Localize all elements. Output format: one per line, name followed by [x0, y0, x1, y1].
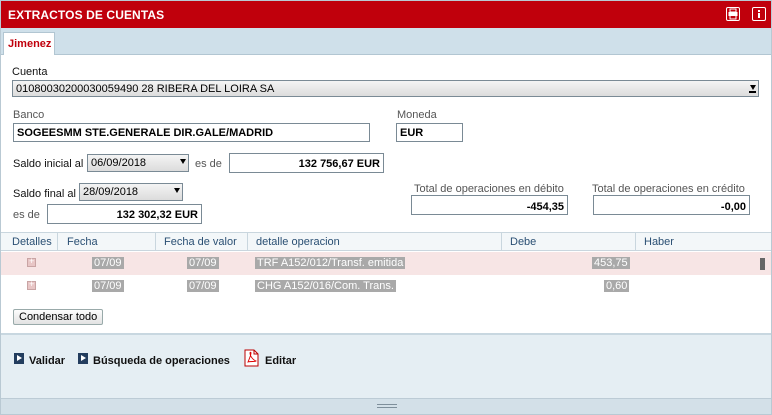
saldo-final-es-de: es de: [13, 209, 40, 221]
column-detalles[interactable]: Detalles: [12, 236, 52, 248]
table-row[interactable]: 07/09 07/09 TRF A152/012/Transf. emitida…: [1, 252, 771, 275]
column-haber[interactable]: Haber: [644, 236, 674, 248]
column-separator: [635, 233, 636, 251]
column-debe[interactable]: Debe: [510, 236, 536, 248]
cell-fecha-valor: 07/09: [187, 257, 219, 269]
column-detalle-operacion[interactable]: detalle operacion: [256, 236, 340, 248]
banco-label: Banco: [13, 109, 45, 121]
print-icon[interactable]: [726, 7, 740, 21]
chevron-down-icon: [750, 85, 756, 90]
validar-button[interactable]: Validar: [29, 355, 65, 367]
saldo-final-amount[interactable]: 132 302,32 EUR: [47, 204, 202, 224]
moneda-label: Moneda: [397, 109, 437, 121]
column-separator: [57, 233, 58, 251]
total-debito-label: Total de operaciones en débito: [414, 183, 564, 195]
editar-button[interactable]: Editar: [265, 355, 296, 367]
play-icon[interactable]: [14, 353, 24, 364]
resize-grip-icon[interactable]: [377, 407, 397, 408]
info-icon[interactable]: [752, 7, 766, 21]
column-fecha-valor[interactable]: Fecha de valor: [164, 236, 237, 248]
cell-debe: 0,60: [604, 280, 630, 292]
table-header: Detalles Fecha Fecha de valor detalle op…: [1, 232, 771, 251]
total-credito-field: -0,00: [593, 195, 750, 215]
cuenta-select[interactable]: 0108003020003005949​0 28 RIBERA DEL LOIR…: [12, 80, 759, 97]
extractos-window: EXTRACTOS DE CUENTAS Jimenez Cuenta 0108…: [0, 0, 772, 415]
expand-icon[interactable]: [27, 279, 36, 290]
action-bar: Validar Búsqueda de operaciones Editar: [1, 335, 771, 398]
column-fecha[interactable]: Fecha: [67, 236, 98, 248]
footer-bar: [1, 398, 771, 414]
column-separator: [501, 233, 502, 251]
scrollbar-thumb[interactable]: [760, 258, 765, 270]
total-credito-label: Total de operaciones en crédito: [592, 183, 745, 195]
play-icon[interactable]: [78, 353, 88, 364]
chevron-down-icon: [174, 188, 180, 193]
tab-strip: Jimenez: [1, 28, 771, 55]
window-title: EXTRACTOS DE CUENTAS: [8, 8, 165, 22]
chevron-down-icon: [180, 159, 186, 164]
cell-debe: 453,75: [592, 257, 630, 269]
dropdown-bar-icon: [749, 91, 756, 93]
column-separator: [247, 233, 248, 251]
column-separator: [155, 233, 156, 251]
banco-field[interactable]: SOGEESMM STE.GENERALE DIR.GALE/MADRID: [13, 123, 370, 142]
tab-jimenez[interactable]: Jimenez: [3, 32, 55, 55]
cuenta-label: Cuenta: [12, 66, 48, 78]
busqueda-operaciones-button[interactable]: Búsqueda de operaciones: [93, 355, 230, 367]
total-debito-field: -454,35: [411, 195, 568, 215]
saldo-final-date-select[interactable]: 28/09/2018: [79, 183, 183, 201]
saldo-final-date: 28/09/2018: [83, 186, 139, 198]
moneda-field[interactable]: EUR: [396, 123, 463, 142]
saldo-inicial-date: 06/09/2018: [91, 157, 147, 169]
cell-detalle: CHG A152/016/Com. Trans.: [255, 280, 396, 292]
saldo-inicial-amount[interactable]: 132 756,67 EUR: [229, 153, 384, 173]
title-bar: EXTRACTOS DE CUENTAS: [1, 1, 771, 28]
condensar-todo-button[interactable]: Condensar todo: [13, 309, 104, 325]
saldo-final-label: Saldo final al: [13, 188, 76, 200]
saldo-inicial-date-select[interactable]: 06/09/2018: [87, 154, 189, 172]
cuenta-value: 0108003020003005949​0 28 RIBERA DEL LOIR…: [16, 83, 275, 95]
cell-fecha: 07/09: [92, 280, 124, 292]
resize-grip-icon[interactable]: [377, 404, 397, 405]
saldo-inicial-label: Saldo inicial al: [13, 158, 84, 170]
cell-fecha-valor: 07/09: [187, 280, 219, 292]
cell-fecha: 07/09: [92, 257, 124, 269]
expand-icon[interactable]: [27, 256, 36, 267]
pdf-icon[interactable]: [244, 349, 259, 367]
saldo-inicial-es-de: es de: [195, 158, 222, 170]
cell-detalle: TRF A152/012/Transf. emitida: [255, 257, 406, 269]
table-row[interactable]: 07/09 07/09 CHG A152/016/Com. Trans. 0,6…: [1, 275, 771, 298]
